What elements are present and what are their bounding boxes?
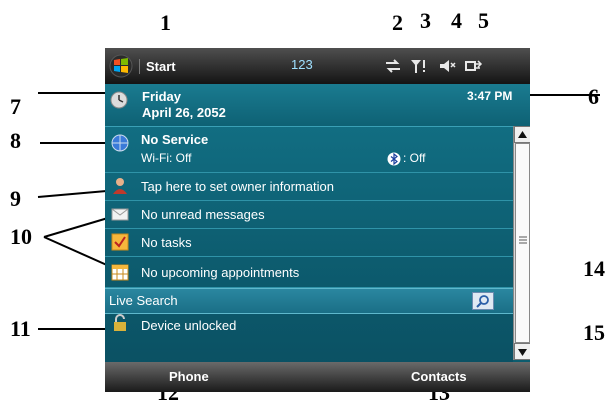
arrow-up-icon <box>518 131 527 138</box>
live-search-label: Live Search <box>109 293 178 308</box>
appointments-text: No upcoming appointments <box>141 265 300 280</box>
padlock-icon <box>114 314 126 331</box>
lock-row[interactable]: Device unlocked <box>105 314 513 362</box>
volume-icon[interactable] <box>437 56 457 76</box>
bluetooth-status: : Off <box>403 151 426 165</box>
vertical-scrollbar[interactable] <box>513 126 530 360</box>
contacts-softkey[interactable]: Contacts <box>411 369 467 384</box>
start-button[interactable]: Start <box>109 54 176 78</box>
time-label: 3:47 PM <box>467 89 513 103</box>
callout-14: 14 <box>583 256 605 281</box>
calendar-icon <box>111 264 129 281</box>
date-label: April 26, 2052 <box>142 105 226 120</box>
arrow-down-icon <box>518 349 527 356</box>
callout-2: 2 <box>392 10 403 35</box>
scroll-down-button[interactable] <box>514 343 530 360</box>
task-checkbox-icon <box>111 233 129 251</box>
signal-icon[interactable] <box>409 56 429 76</box>
start-label: Start <box>139 58 176 74</box>
callout-8: 8 <box>10 128 21 153</box>
callout-9: 9 <box>10 186 21 211</box>
callout-10: 10 <box>10 224 32 249</box>
callout-1: 1 <box>160 10 171 35</box>
windows-logo-icon <box>109 54 133 78</box>
clock-icon <box>110 91 128 109</box>
callout-4: 4 <box>451 8 462 33</box>
callout-6: 6 <box>588 84 599 109</box>
service-title: No Service <box>141 132 209 147</box>
callout-5: 5 <box>478 8 489 33</box>
connectivity-icon[interactable] <box>383 56 403 76</box>
callout-7: 7 <box>10 94 21 119</box>
wifi-status: Wi-Fi: Off <box>141 151 192 165</box>
person-icon <box>113 178 127 194</box>
title-bar: Start 123 <box>105 48 530 84</box>
search-button[interactable] <box>472 292 494 310</box>
globe-icon <box>111 134 129 152</box>
live-search-bar[interactable]: Live Search <box>105 288 513 314</box>
callout-11: 11 <box>10 316 31 341</box>
scroll-up-button[interactable] <box>514 126 530 143</box>
tasks-text: No tasks <box>141 235 192 250</box>
sync-icon[interactable] <box>463 56 483 76</box>
callout-3: 3 <box>420 8 431 33</box>
input-mode-indicator[interactable]: 123 <box>291 57 313 72</box>
callout-15: 15 <box>583 320 605 345</box>
search-icon <box>476 295 489 308</box>
envelope-icon <box>111 208 129 221</box>
scroll-thumb[interactable] <box>515 143 530 343</box>
appointments-row[interactable]: No upcoming appointments <box>105 257 513 288</box>
owner-row[interactable]: Tap here to set owner information <box>105 173 513 201</box>
soft-key-bar: Phone Contacts <box>105 362 530 392</box>
date-time-bar[interactable]: Friday April 26, 2052 3:47 PM <box>105 84 530 127</box>
day-label: Friday <box>142 89 182 104</box>
owner-text: Tap here to set owner information <box>141 179 334 194</box>
grip-icon <box>519 236 527 244</box>
device-screen: Start 123 Friday April 26, 2052 3:47 PM <box>105 48 530 392</box>
lock-status: Device unlocked <box>141 318 237 333</box>
tasks-row[interactable]: No tasks <box>105 229 513 257</box>
phone-softkey[interactable]: Phone <box>169 369 209 384</box>
messages-row[interactable]: No unread messages <box>105 201 513 229</box>
messages-text: No unread messages <box>141 207 265 222</box>
bluetooth-icon <box>387 152 401 166</box>
connection-row[interactable]: No Service Wi-Fi: Off : Off <box>105 128 513 173</box>
